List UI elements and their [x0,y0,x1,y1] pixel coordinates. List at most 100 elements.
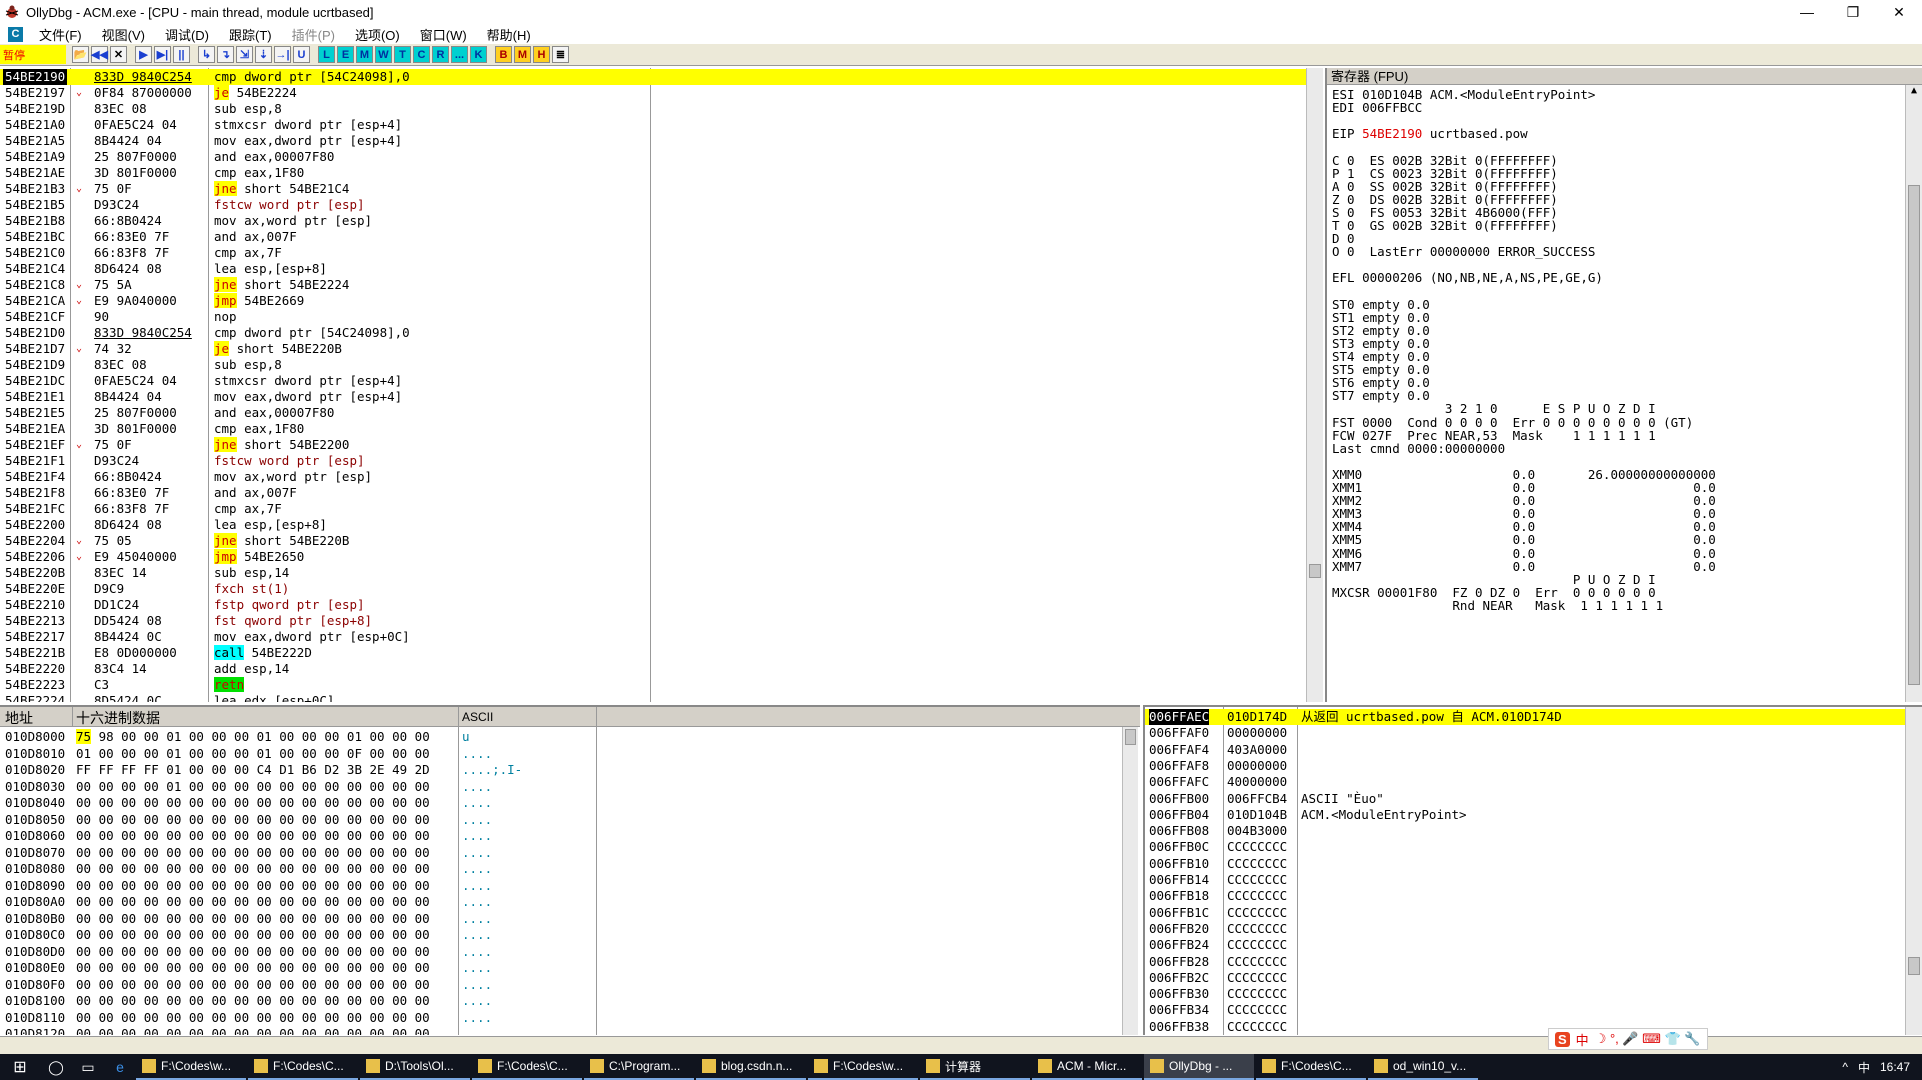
trace-into-icon[interactable]: ⇲ [236,46,253,63]
disasm-row[interactable]: 54BE2210 DD1C24 fstp qword ptr [esp] [0,597,650,613]
run-thread-icon[interactable]: ▶| [154,46,171,63]
cpu-window-icon[interactable]: C [8,26,23,42]
disasm-row[interactable]: 54BE219D 83EC 08 sub esp,8 [0,101,650,117]
register-line[interactable]: EDI 006FFBCC [1332,100,1422,116]
disasm-row[interactable]: 54BE21D0 833D 9840C254 cmp dword ptr [54C2… [0,325,650,341]
taskbar-item[interactable]: F:\Codes\C... [248,1054,358,1080]
stack-row[interactable]: 006FFB38 CCCCCCCC [1145,1019,1905,1035]
step-into-icon[interactable]: ↳ [198,46,215,63]
disasm-row[interactable]: 54BE21F8 66:83E0 7F and ax,007F [0,485,650,501]
taskbar-item[interactable]: C:\Program... [584,1054,694,1080]
disasm-row[interactable]: 54BE21AE 3D 801F0000 cmp eax,1F80 [0,165,650,181]
run-trace-window-button[interactable]: ... [451,46,468,63]
menu-options[interactable]: 选项(O) [345,25,410,44]
register-line[interactable]: EIP 54BE2190 ucrtbased.pow [1332,126,1528,142]
execute-till-user-code-icon[interactable]: U [293,46,310,63]
dump-col-hex[interactable]: 十六进制数据 [76,708,160,728]
minimize-button[interactable]: — [1784,0,1830,24]
disasm-row[interactable]: 54BE21E5 25 807F0000 and eax,00007F80 [0,405,650,421]
disasm-row[interactable]: 54BE21C4 8D6424 08 lea esp,[esp+8] [0,261,650,277]
disasm-row[interactable]: 54BE21BC 66:83E0 7F and ax,007F [0,229,650,245]
disasm-row[interactable]: 54BE2200 8D6424 08 lea esp,[esp+8] [0,517,650,533]
register-line[interactable]: Rnd NEAR Mask 1 1 1 1 1 1 [1332,598,1663,614]
taskbar-item[interactable]: 计算器 [920,1054,1030,1080]
stack-row[interactable]: 006FFAFC 40000000 [1145,774,1905,790]
disasm-row[interactable]: 54BE21CA ⌄ E9 9A040000 jmp 54BE2669 [0,293,650,309]
menu-window[interactable]: 窗口(W) [410,25,477,44]
disasm-row[interactable]: 54BE220E D9C9 fxch st(1) [0,581,650,597]
clock[interactable]: 16:47 [1880,1060,1910,1074]
disasm-row[interactable]: 54BE2223 C3 retn [0,677,650,693]
dump-pane[interactable]: 地址 十六进制数据 ASCII 010D8000 75 98 00 00 01 0… [0,705,1140,1035]
task-view-icon[interactable]: ▭ [72,1054,104,1080]
memory-map-button[interactable]: M [514,46,531,63]
tray-expand-icon[interactable]: ^ [1842,1060,1848,1074]
dump-col-address[interactable]: 地址 [5,708,33,728]
call-stack-window-button[interactable]: K [470,46,487,63]
run-icon[interactable]: ▶ [135,46,152,63]
scroll-up-icon[interactable]: ▲ [1908,85,1920,99]
disasm-row[interactable]: 54BE21C8 ⌄ 75 5A jne short 54BE2224 [0,277,650,293]
taskbar-item[interactable]: blog.csdn.n... [696,1054,806,1080]
menu-debug[interactable]: 调试(D) [155,25,219,44]
disasm-row[interactable]: 54BE221B E8 0D000000 call 54BE222D [0,645,650,661]
disasm-row[interactable]: 54BE21DC 0FAE5C24 04 stmxcsr dword ptr [es… [0,373,650,389]
disasm-row[interactable]: 54BE220B 83EC 14 sub esp,14 [0,565,650,581]
ime-mode[interactable]: 中 [1576,1030,1589,1049]
open-icon[interactable]: 📂 [72,46,89,63]
menu-file[interactable]: 文件(F) [29,25,92,44]
maximize-button[interactable]: ❐ [1830,0,1876,24]
disasm-row[interactable]: 54BE21B3 ⌄ 75 0F jne short 54BE21C4 [0,181,650,197]
register-line[interactable]: EFL 00000206 (NO,NB,NE,A,NS,PE,GE,G) [1332,270,1603,286]
disasm-row[interactable]: 54BE2213 DD5424 08 fst qword ptr [esp+8] [0,613,650,629]
taskbar-item[interactable]: ACM - Micr... [1032,1054,1142,1080]
disasm-row[interactable]: 54BE21CF 90 nop [0,309,650,325]
disasm-row[interactable]: 54BE21B8 66:8B0424 mov ax,word ptr [esp] [0,213,650,229]
disasm-row[interactable]: 54BE21B5 D93C24 fstcw word ptr [esp] [0,197,650,213]
ime-icons[interactable]: ☽ °, 🎤 ⌨ 👕 🔧 [1595,1031,1701,1047]
stack-row[interactable]: 006FFB0C CCCCCCCC [1145,839,1905,855]
tray-ime-indicator[interactable]: 中 [1858,1059,1870,1076]
pause-icon[interactable]: || [173,46,190,63]
disasm-row[interactable]: 54BE21FC 66:83F8 7F cmp ax,7F [0,501,650,517]
stack-row[interactable]: 006FFB04 010D104B ACM.<ModuleEntryPoint> [1145,807,1905,823]
stack-scrollbar[interactable] [1905,707,1922,1035]
disasm-row[interactable]: 54BE21A9 25 807F0000 and eax,00007F80 [0,149,650,165]
windows-start-icon[interactable]: ⊞ [0,1054,40,1080]
taskbar-item[interactable]: OllyDbg - ... [1144,1054,1254,1080]
scroll-thumb[interactable] [1908,185,1920,685]
disasm-row[interactable]: 54BE2224 8D5424 0C lea edx,[esp+0C] [0,693,650,702]
edge-icon[interactable]: e [104,1054,136,1080]
memory-window-button[interactable]: M [356,46,373,63]
disassembly-scrollbar[interactable] [1306,68,1323,702]
disasm-row[interactable]: 54BE21D9 83EC 08 sub esp,8 [0,357,650,373]
stack-row[interactable]: 006FFB00 006FFCB4 ASCII "Èuo" [1145,791,1905,807]
stack-row[interactable]: 006FFB10 CCCCCCCC [1145,856,1905,872]
ime-toolbar[interactable]: S 中 ☽ °, 🎤 ⌨ 👕 🔧 [1548,1028,1708,1050]
log-window-button[interactable]: L [318,46,335,63]
disasm-row[interactable]: 54BE2220 83C4 14 add esp,14 [0,661,650,677]
close-button[interactable]: ✕ [1876,0,1922,24]
close-program-icon[interactable]: ✕ [110,46,127,63]
search-icon[interactable]: ◯ [40,1054,72,1080]
windows-window-button[interactable]: W [375,46,392,63]
stack-row[interactable]: 006FFB08 004B3000 [1145,823,1905,839]
register-line[interactable]: O 0 LastErr 00000000 ERROR_SUCCESS [1332,244,1595,260]
disasm-row[interactable]: 54BE21EA 3D 801F0000 cmp eax,1F80 [0,421,650,437]
cpu-window-button[interactable]: C [413,46,430,63]
disasm-row[interactable]: 54BE2204 ⌄ 75 05 jne short 54BE220B [0,533,650,549]
disasm-row[interactable]: 54BE21F4 66:8B0424 mov ax,word ptr [esp] [0,469,650,485]
list-icon[interactable]: ≣ [552,46,569,63]
disasm-row[interactable]: 54BE2206 ⌄ E9 45040000 jmp 54BE2650 [0,549,650,565]
registers-header[interactable]: 寄存器 (FPU) [1327,68,1922,85]
taskbar-item[interactable]: F:\Codes\w... [808,1054,918,1080]
menu-help[interactable]: 帮助(H) [477,25,541,44]
stack-row[interactable]: 006FFB30 CCCCCCCC [1145,986,1905,1002]
menu-plugins[interactable]: 插件(P) [282,25,345,44]
stack-row[interactable]: 006FFB18 CCCCCCCC [1145,888,1905,904]
restart-icon[interactable]: ◀◀ [91,46,108,63]
modules-window-button[interactable]: E [337,46,354,63]
register-line[interactable]: Last cmnd 0000:00000000 [1332,441,1505,457]
stack-row[interactable]: 006FFAF4 403A0000 [1145,742,1905,758]
breakpoints-window-button[interactable]: B [495,46,512,63]
